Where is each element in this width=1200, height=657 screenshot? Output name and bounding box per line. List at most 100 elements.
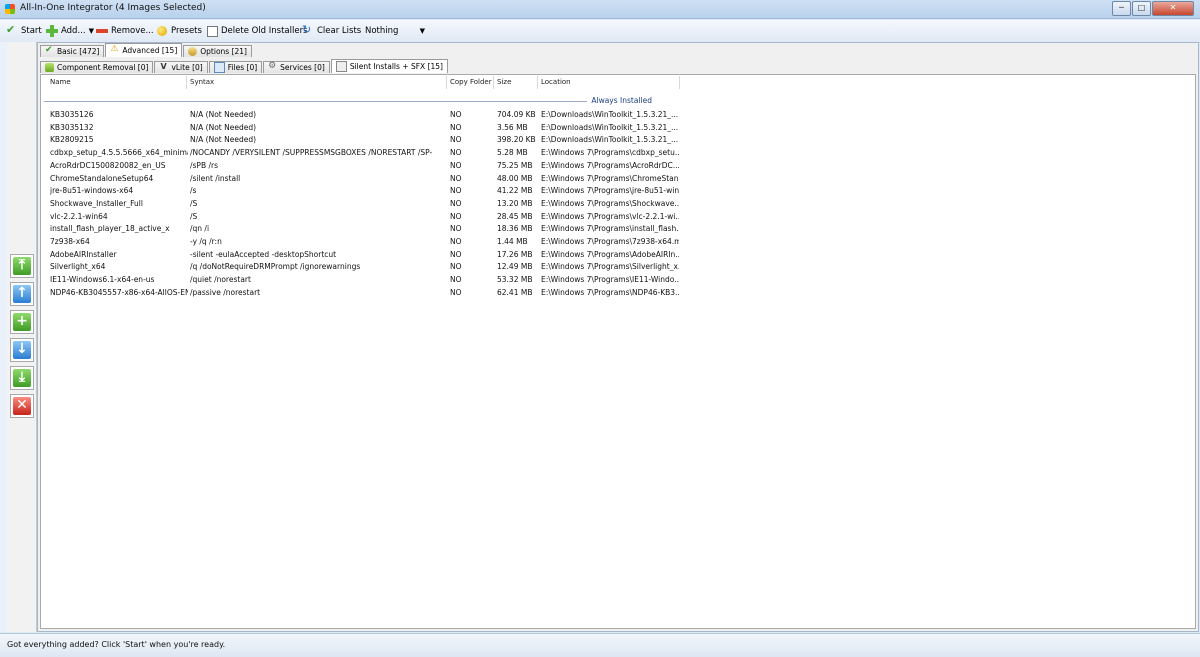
cell-copy-folder: NO [450,275,462,285]
cell-location: E:\Downloads\WinToolkit_1.5.3.21_... [541,110,679,119]
component-icon [45,63,54,72]
table-row[interactable]: cdbxp_setup_4.5.5.5666_x64_minimal/NOCAN… [41,147,681,159]
cell-copy-folder: NO [450,186,462,196]
remove-icon [96,25,108,37]
cell-name: vlc-2.2.1-win64 [50,211,108,221]
column-size[interactable]: Size [497,78,511,86]
cell-location: E:\Windows 7\Programs\AcroRdrDC... [541,160,679,170]
sub-tabs: Component Removal [0] vLite [0] Files [0… [40,59,449,73]
move-down-button[interactable]: ↓ [10,338,34,362]
tab-vlite[interactable]: vLite [0] [154,61,208,73]
status-text: Got everything added? Click 'Start' when… [7,640,226,649]
tab-label: vLite [0] [171,63,203,72]
cell-syntax: /q /doNotRequireDRMPrompt /ignorewarning… [190,262,361,272]
start-label: Start [21,26,42,36]
main-panel: Basic [472] Advanced [15] Options [21] C… [37,42,1199,632]
move-top-button[interactable]: ⤒ [10,254,34,278]
cell-syntax: -y /q /r:n [190,237,222,246]
delete-button[interactable]: ✕ [10,394,34,418]
cell-location: E:\Windows 7\Programs\cdbxp_setu... [541,148,679,158]
cell-location: E:\Windows 7\Programs\IE11-Windo... [541,275,679,285]
check-icon [45,45,54,56]
delete-old-installers-checkbox[interactable]: Delete Old Installers [207,24,308,38]
minimize-button[interactable]: ─ [1112,1,1131,16]
cell-location: E:\Downloads\WinToolkit_1.5.3.21_... [541,122,679,132]
action-dropdown[interactable]: Nothing ▼ [365,24,425,38]
remove-button[interactable]: Remove... [96,24,154,38]
tab-services[interactable]: Services [0] [263,61,330,73]
cell-syntax: -silent -eulaAccepted -desktopShortcut [190,249,337,259]
chevron-down-icon: ▼ [88,27,94,35]
cell-name: Silverlight_x64 [50,262,106,272]
table-row[interactable]: AdobeAIRInstaller -silent -eulaAccepted -… [41,249,681,261]
start-button[interactable]: Start [6,23,42,38]
cell-syntax: /s [190,186,197,196]
tab-advanced[interactable]: Advanced [15] [105,43,183,57]
cell-copy-folder: NO [450,148,462,158]
table-row[interactable]: IE11-Windows6.1-x64-en-us/quiet /noresta… [41,274,681,286]
cell-syntax: /S [190,198,198,208]
move-bottom-button[interactable]: ⤓ [10,366,34,390]
table-row[interactable]: KB3035132 N/A (Not Needed) NO 3.56 MB E:\Dow… [41,122,681,134]
window-title: All-In-One Integrator (4 Images Selected… [20,3,206,13]
table-row[interactable]: Shockwave_Installer_Full/S NO 13.20 MB E:\W… [41,198,681,210]
table-row[interactable]: Silverlight_x64/q /doNotRequireDRMPrompt… [41,261,681,273]
cell-name: install_flash_player_18_active_x [50,224,170,234]
cell-syntax: /quiet /norestart [190,275,251,285]
cell-location: E:\Windows 7\Programs\Shockwave... [541,198,679,208]
cell-size: 48.00 MB [497,173,533,183]
tab-files[interactable]: Files [0] [208,61,263,73]
tab-basic[interactable]: Basic [472] [40,45,105,57]
installer-list[interactable]: Name Syntax Copy Folder Size Location Al… [40,74,1196,629]
tab-options[interactable]: Options [21] [183,45,252,57]
table-row[interactable]: vlc-2.2.1-win64/S NO 28.45 MB E:\Windows 7\… [41,211,681,223]
services-icon [268,61,277,72]
add-item-button[interactable]: + [10,310,34,334]
tab-silent-installs[interactable]: Silent Installs + SFX [15] [330,59,448,73]
column-name[interactable]: Name [50,78,71,86]
cell-copy-folder: NO [450,198,462,208]
cell-copy-folder: NO [450,224,462,234]
cell-name: KB3035132 [50,122,94,132]
add-button[interactable]: Add... ▼ [46,24,94,38]
cell-copy-folder: NO [450,237,462,246]
table-row[interactable]: ChromeStandaloneSetup64/silent /install N… [41,173,681,185]
vlite-icon [159,62,168,72]
cell-name: Shockwave_Installer_Full [50,198,143,208]
table-row[interactable]: jre-8u51-windows-x64/s NO 41.22 MB E:\Windo… [41,185,681,197]
reorder-button-column: ⤒ ↑ + ↓ ⤓ ✕ [7,42,37,632]
cell-name: AcroRdrDC1500820082_en_US [50,160,166,170]
tab-component-removal[interactable]: Component Removal [0] [40,61,154,73]
window-controls: ─ □ ✕ [1111,1,1194,16]
table-row[interactable]: AcroRdrDC1500820082_en_US/sPB /rs NO 75.25… [41,160,681,172]
tab-label: Services [0] [280,63,325,72]
cell-name: KB2809215 [50,135,94,145]
delete-old-label: Delete Old Installers [221,26,308,36]
close-button[interactable]: ✕ [1152,1,1194,16]
presets-button[interactable]: Presets [156,24,202,38]
cell-syntax: /NOCANDY /VERYSILENT /SUPPRESSMSGBOXES /… [190,148,433,158]
cell-syntax: N/A (Not Needed) [190,122,257,132]
cell-copy-folder: NO [450,122,462,132]
table-row[interactable]: 7z938-x64 -y /q /r:n NO 1.44 MB E:\Windows 7… [41,236,681,248]
move-up-button[interactable]: ↑ [10,282,34,306]
tab-label: Component Removal [0] [57,63,149,72]
cell-size: 704.09 KB [497,110,536,119]
table-row[interactable]: KB2809215 N/A (Not Needed) NO 398.20 KB E:\D… [41,134,681,146]
tab-label: Silent Installs + SFX [15] [349,62,443,71]
presets-label: Presets [171,26,202,36]
cell-name: NDP46-KB3045557-x86-x64-AllOS-ENU [50,287,188,297]
cell-size: 3.56 MB [497,122,528,132]
cell-size: 18.36 MB [497,224,533,234]
cell-copy-folder: NO [450,160,462,170]
maximize-button[interactable]: □ [1132,1,1151,16]
table-row[interactable]: KB3035126 N/A (Not Needed) NO 704.09 KB E:\D… [41,109,681,121]
column-syntax[interactable]: Syntax [190,78,214,86]
table-row[interactable]: install_flash_player_18_active_x/qn /i NO… [41,223,681,235]
table-row[interactable]: NDP46-KB3045557-x86-x64-AllOS-ENU/passiv… [41,287,681,299]
column-location[interactable]: Location [541,78,571,86]
cell-name: ChromeStandaloneSetup64 [50,173,154,183]
clear-lists-button[interactable]: Clear Lists [302,23,361,38]
group-header: Always Installed [44,96,652,106]
column-copy-folder[interactable]: Copy Folder [450,78,492,86]
